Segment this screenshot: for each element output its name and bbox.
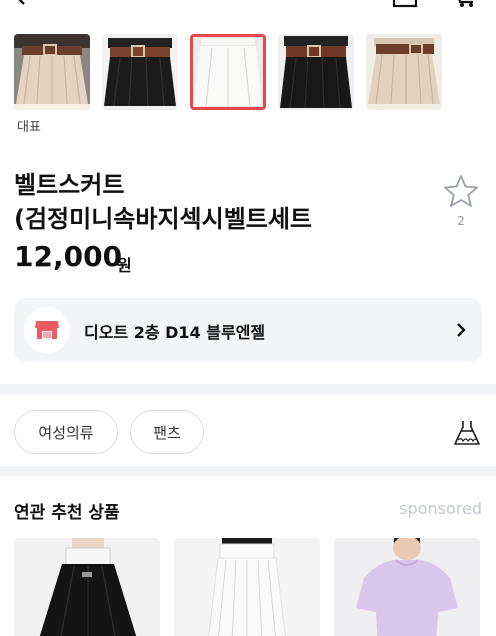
chevron-right-icon — [457, 323, 466, 337]
product-price: 12,000 — [14, 240, 123, 273]
thumbnail-2[interactable] — [102, 34, 178, 110]
product-image — [174, 538, 320, 636]
price-unit: 원 — [117, 256, 132, 275]
product-title-line2: (검정미니속바지섹시벨트세트 — [14, 205, 313, 233]
chevron-left-icon[interactable] — [10, 0, 30, 6]
thumbnail-4[interactable] — [278, 34, 354, 110]
product-title-line1: 벨트스커트 — [14, 171, 125, 199]
store-logo — [24, 307, 70, 353]
storefront-icon — [35, 321, 59, 339]
store-name: 디오트 2층 D14 블루엔젤 — [84, 323, 266, 342]
product-image — [102, 34, 178, 110]
thumbnail-3-selected[interactable] — [190, 34, 266, 110]
product-image — [278, 34, 354, 110]
thumbnail-caption: 대표 — [17, 120, 41, 135]
thumbnail-5[interactable] — [366, 34, 442, 110]
product-image — [14, 538, 160, 636]
section-divider — [0, 384, 496, 394]
cart-icon[interactable] — [452, 0, 478, 8]
product-image — [14, 34, 90, 110]
product-image — [334, 538, 480, 636]
storefront-icon[interactable] — [392, 0, 418, 8]
thumbnail-1[interactable] — [14, 34, 90, 110]
dress-icon[interactable] — [452, 418, 482, 448]
category-chip-womens-clothing[interactable]: 여성의류 — [14, 410, 118, 454]
top-bar — [0, 0, 496, 14]
product-image — [366, 34, 442, 110]
star-icon[interactable] — [443, 174, 479, 208]
section-divider — [0, 466, 496, 476]
product-image — [190, 34, 266, 110]
related-item-2[interactable] — [174, 538, 320, 636]
thumbnail-gallery — [14, 34, 442, 110]
related-products-title: 연관 추천 상품 — [14, 503, 120, 523]
product-title: 벨트스커트 (검정미니속바지섹시벨트세트 — [14, 168, 424, 236]
related-item-1[interactable] — [14, 538, 160, 636]
related-item-3[interactable] — [334, 538, 480, 636]
store-card[interactable]: 디오트 2층 D14 블루엔젤 — [14, 298, 482, 362]
favorite-count: 2 — [457, 214, 465, 228]
related-products-list — [14, 538, 480, 636]
sponsored-label: sponsored — [399, 499, 482, 518]
category-chip-pants[interactable]: 팬츠 — [130, 410, 204, 454]
